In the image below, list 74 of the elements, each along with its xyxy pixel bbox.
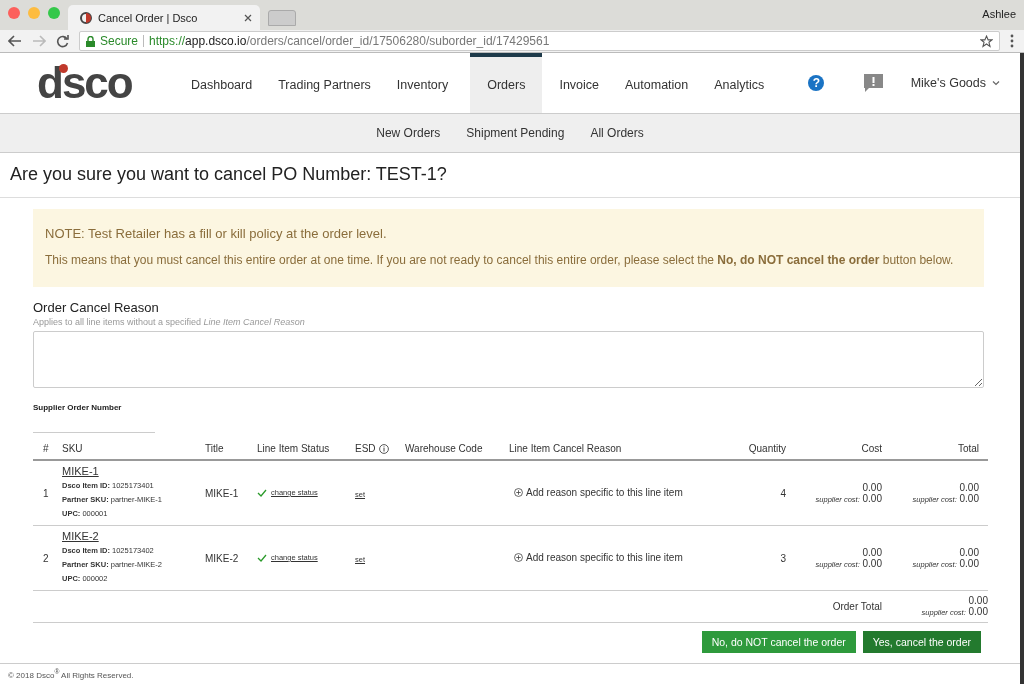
column-header: Cost [861, 443, 882, 454]
column-header: Line Item Cancel Reason [509, 443, 622, 454]
subnav-link[interactable]: All Orders [590, 126, 644, 140]
field-hint: Applies to all line items without a specified Line Item Cancel Reason [33, 317, 306, 327]
copyright-text: © 2018 Dsco$^{®}$ All Rights Reserved. [8, 670, 134, 680]
row-number: 1 [43, 487, 49, 499]
column-header: SKU [62, 443, 83, 454]
site-favicon-icon [80, 11, 92, 24]
quantity: 3 [780, 552, 786, 564]
column-header: ESD [355, 443, 376, 454]
nav-tab[interactable]: Analytics [710, 53, 787, 113]
subnav-link[interactable]: Shipment Pending [466, 126, 565, 140]
nav-tab[interactable]: Inventory [392, 53, 471, 113]
help-icon[interactable]: ? [808, 75, 825, 91]
account-menu[interactable]: Mike's Goods [910, 76, 1000, 90]
field-label: Order Cancel Reason [33, 300, 160, 315]
menu-icon[interactable] [1010, 34, 1014, 48]
caret-icon [992, 80, 1000, 86]
total-value: 0.00 [958, 482, 979, 493]
notice-title: NOTE: Test Retailer has a fill or kill policy at the order level. [45, 226, 388, 241]
add-circle-icon[interactable] [514, 553, 523, 562]
nav-tab[interactable]: Dashboard [187, 53, 275, 113]
nav-tab[interactable]: Orders [470, 53, 543, 113]
add-reason-link[interactable]: Add reason specific to this line item [526, 487, 683, 498]
item-title: MIKE-2 [205, 552, 239, 564]
quantity: 4 [780, 487, 786, 499]
tab-title: Cancel Order | Dsco [98, 11, 199, 24]
column-header: Warehouse Code [405, 443, 483, 454]
column-header: Line Item Status [257, 443, 330, 454]
supplier-cost-value: 0.00 [862, 493, 882, 504]
browser-tab[interactable]: Cancel Order | Dsco [68, 5, 260, 30]
feedback-icon[interactable] [864, 74, 884, 92]
cost-value: 0.00 [861, 547, 882, 558]
sku-link[interactable]: MIKE-1 [62, 465, 99, 477]
lock-icon [86, 35, 95, 47]
supplier-cost-value: 0.00 [959, 558, 979, 569]
info-icon[interactable] [378, 443, 389, 454]
close-tab-icon[interactable] [244, 13, 252, 22]
supplier-cost-value: 0.00 [862, 558, 882, 569]
column-header: Total [957, 443, 979, 454]
notice-text: This means that you must cancel this entire order at one time. If you are not ready to cancel this entire order, please select the No, do NOT cancel the order button below. [45, 253, 955, 267]
sku-link[interactable]: MIKE-2 [62, 530, 99, 542]
check-icon [257, 488, 267, 497]
dsco-logo[interactable]: dsco [37, 61, 187, 105]
cost-value: 0.00 [861, 482, 882, 493]
nav-tab[interactable]: Trading Partners [274, 53, 393, 113]
check-icon [257, 553, 267, 562]
reload-icon[interactable] [56, 34, 69, 48]
bookmark-star-icon[interactable] [980, 34, 993, 48]
profile-name[interactable]: Ashlee [982, 8, 1016, 20]
item-title: MIKE-1 [205, 487, 239, 499]
total-value: 0.00 [958, 547, 979, 558]
supplier-cost-value: 0.00 [968, 606, 988, 617]
add-circle-icon[interactable] [514, 488, 523, 497]
nav-tab[interactable]: Automation [621, 53, 711, 113]
column-header: Quantity [748, 443, 786, 454]
supplier-cost-value: 0.00 [959, 493, 979, 504]
url-text: https://app.dsco.io/orders/cancel/order_id/17506280/suborder_id/17429561 [149, 34, 550, 48]
back-icon[interactable] [8, 35, 22, 47]
column-header: Title [205, 443, 224, 454]
secure-label: Secure [100, 34, 139, 48]
cancel-reason-field[interactable] [33, 331, 984, 388]
nav-tab[interactable]: Invoice [555, 53, 622, 113]
keep-order-button[interactable]: No, do NOT cancel the order [701, 631, 856, 653]
row-number: 2 [43, 552, 49, 564]
field-label: Supplier Order Number [33, 403, 123, 412]
column-header: # [43, 443, 49, 454]
order-total-value: 0.00 [967, 595, 988, 606]
confirm-cancel-button[interactable]: Yes, cancel the order [862, 631, 981, 653]
address-field[interactable]: Secure https://app.dsco.io/orders/cancel/order_id/17506280/suborder_id/17429561 [79, 31, 1000, 51]
subnav-link[interactable]: New Orders [376, 126, 441, 140]
add-reason-link[interactable]: Add reason specific to this line item [526, 552, 683, 563]
order-total-label: Order Total [832, 600, 882, 612]
page-title: Are you sure you want to cancel PO Number: TEST-1? [0, 153, 1020, 198]
